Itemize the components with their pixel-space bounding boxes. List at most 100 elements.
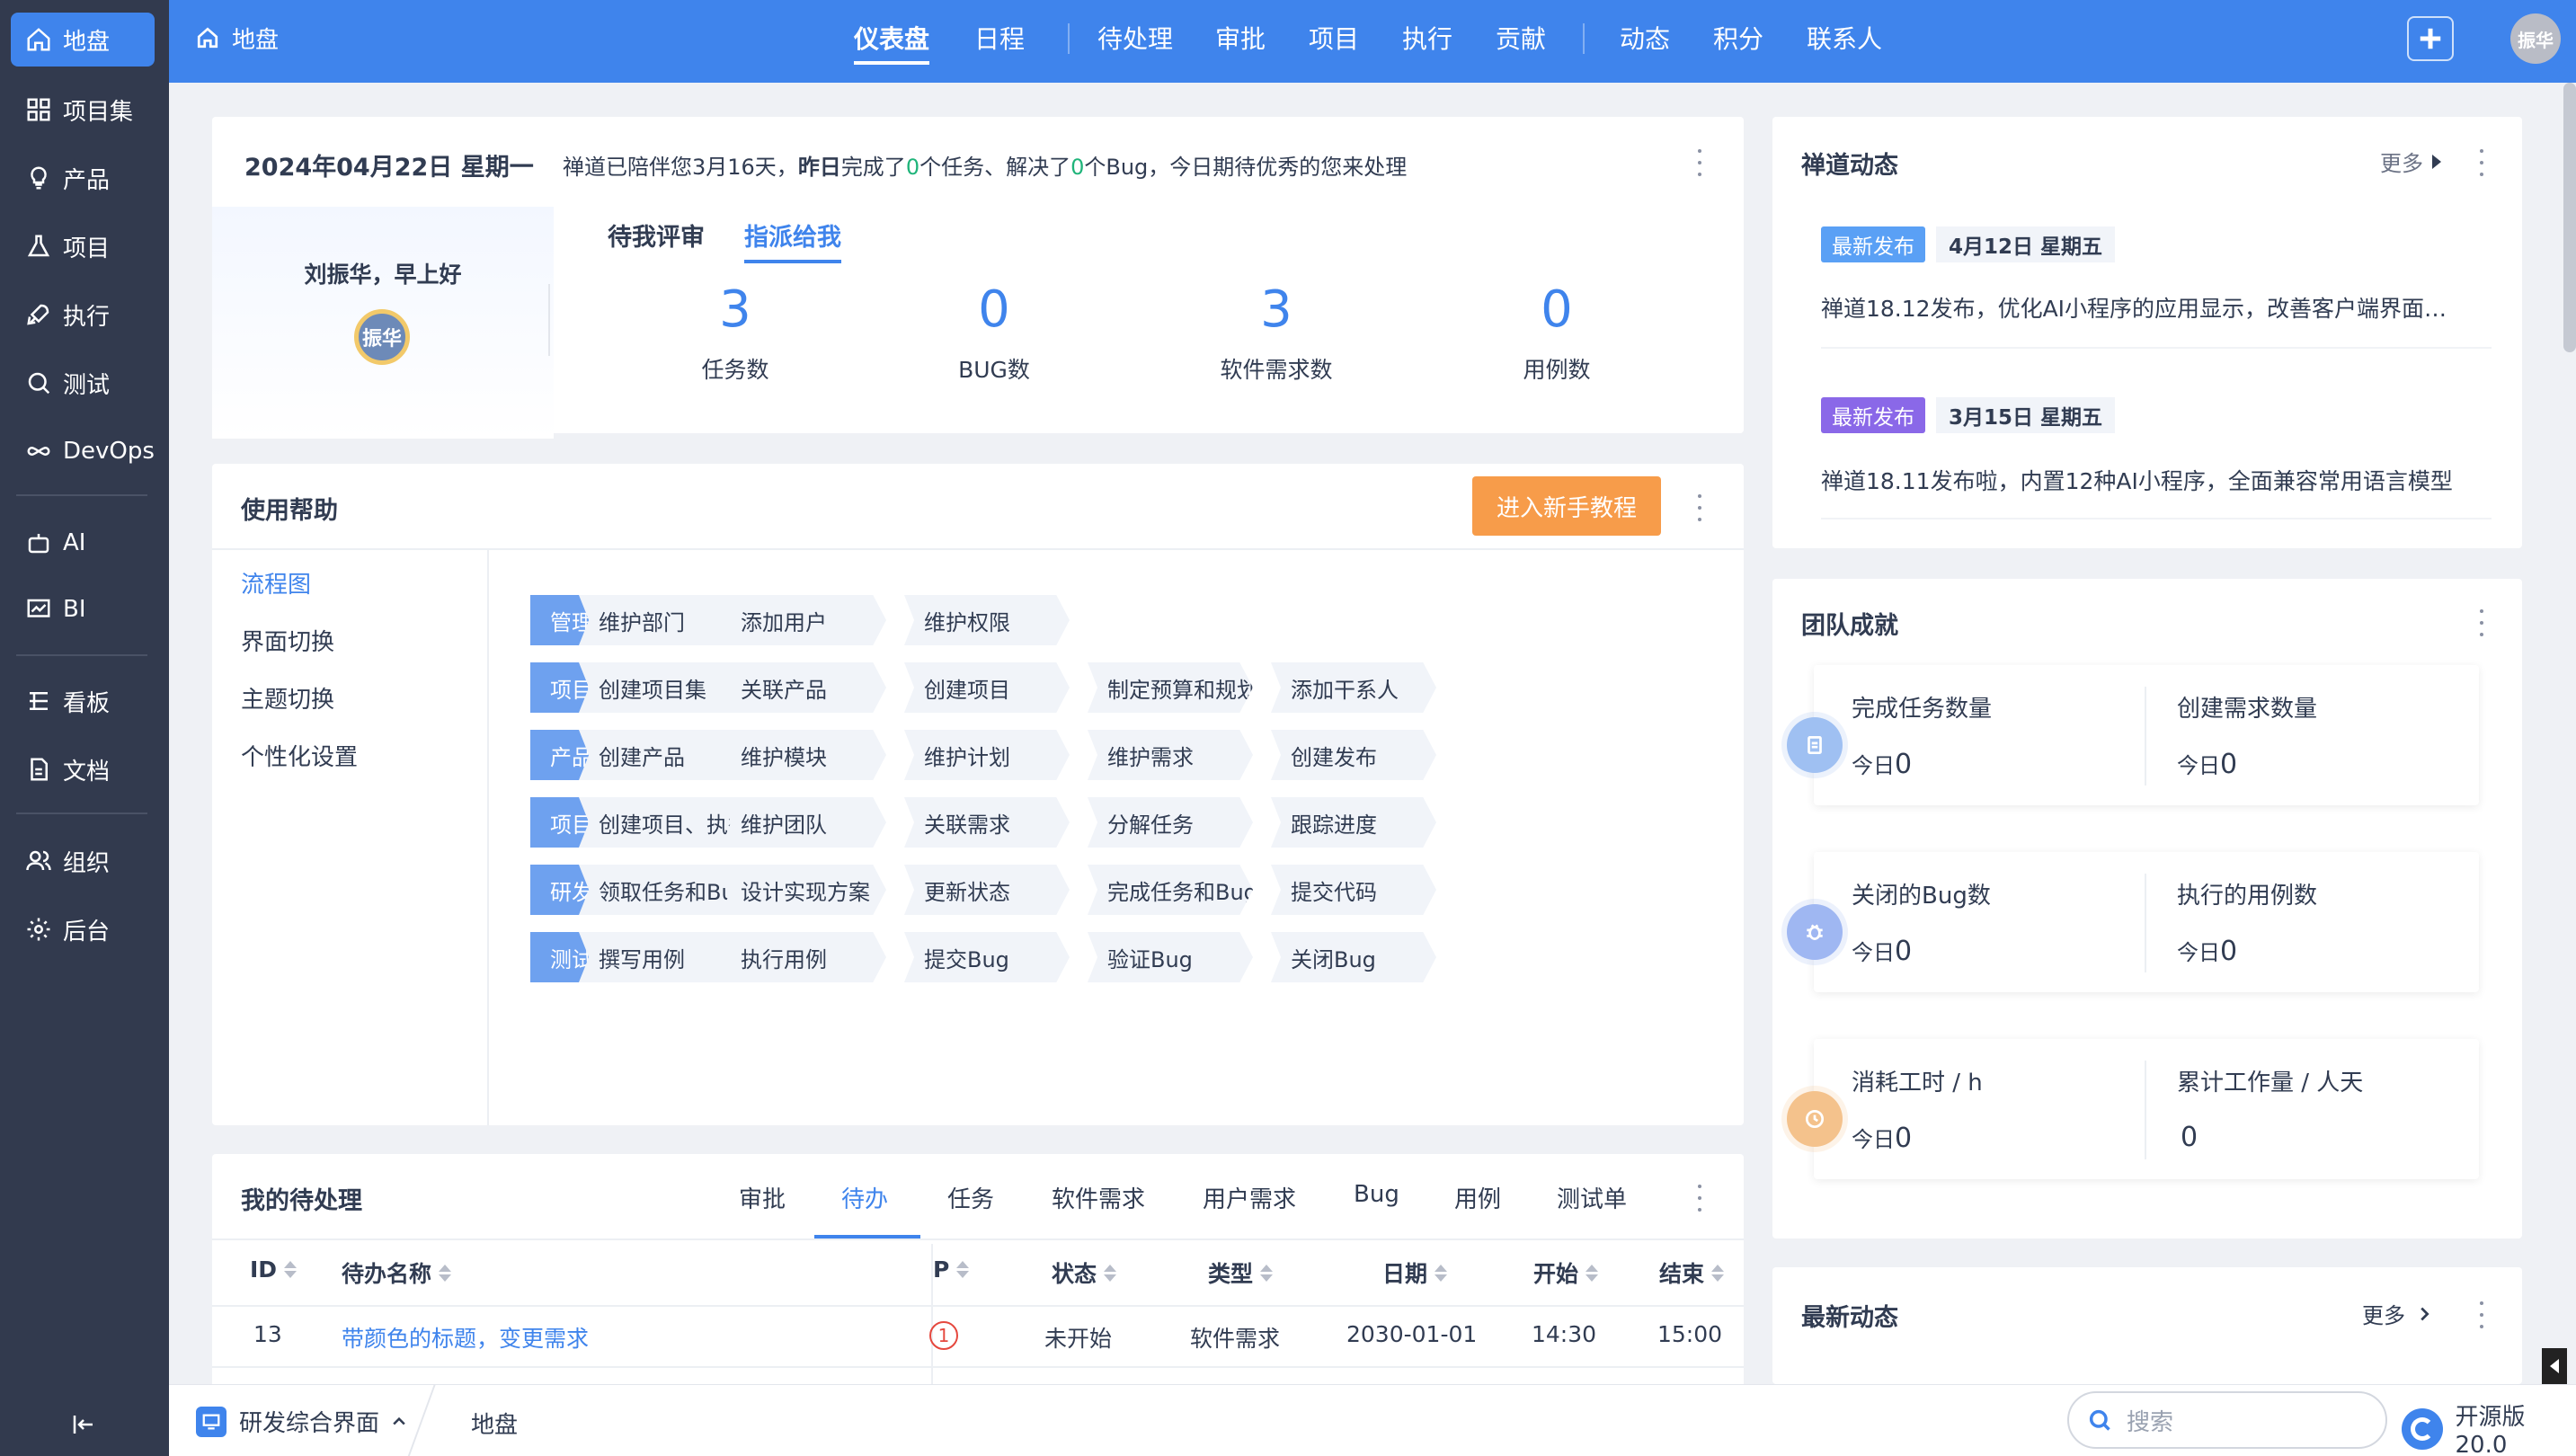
col-start[interactable]: 开始	[1533, 1256, 1599, 1289]
nav-review[interactable]: 审批	[1215, 0, 1266, 75]
today-date: 2024年04月22日 星期一	[244, 154, 534, 182]
achievement-value: 0	[1895, 749, 1913, 780]
help-more-icon[interactable]	[1695, 494, 1704, 521]
col-end[interactable]: 结束	[1659, 1256, 1725, 1289]
achievement-row	[1814, 852, 2479, 992]
latest-title: 最新动态	[1801, 1304, 1898, 1332]
nav-execution[interactable]: 执行	[1402, 0, 1452, 75]
nav-project[interactable]: 项目	[1309, 0, 1359, 75]
sidebar-item-label: 地盘	[63, 28, 111, 56]
todo-tab-review[interactable]: 审批	[739, 1181, 786, 1214]
news-text: 禅道18.12发布，优化AI小程序的应用显示，改善客户端界面…	[1821, 296, 2447, 322]
flow-step: 关闭Bug	[1271, 932, 1436, 982]
sidebar-item-ai[interactable]: AI	[11, 516, 155, 570]
todo-tab-case[interactable]: 用例	[1454, 1181, 1501, 1214]
tutorial-button[interactable]: 进入新手教程	[1472, 476, 1661, 536]
case-count[interactable]: 0	[1449, 280, 1665, 339]
search-input[interactable]: 搜索	[2067, 1391, 2387, 1449]
todo-tab-bug[interactable]: Bug	[1354, 1181, 1399, 1208]
nav-separator	[1583, 23, 1585, 54]
help-menu-switch-theme[interactable]: 主题切换	[241, 681, 334, 715]
flow-step: 创建发布	[1271, 730, 1436, 780]
sidebar: 地盘 项目集 产品 项目 执行 测试 DevOps AI BI 看板 文档 组织…	[0, 0, 169, 1456]
divider	[212, 548, 1744, 550]
sidebar-item-program[interactable]: 项目集	[11, 83, 155, 137]
nav-dashboard[interactable]: 仪表盘	[854, 0, 930, 75]
sidebar-item-dashboard[interactable]: 地盘	[11, 13, 155, 67]
sidebar-item-execution[interactable]: 执行	[11, 288, 155, 342]
nav-todo[interactable]: 待处理	[1097, 0, 1173, 75]
achievement-more-icon[interactable]	[2477, 609, 2486, 636]
welcome-card: 2024年04月22日 星期一 禅道已陪伴您3月16天，昨日完成了0个任务、解决…	[212, 117, 1744, 439]
latest-more-link[interactable]: 更多	[2362, 1298, 2434, 1329]
todo-more-icon[interactable]	[1695, 1185, 1704, 1212]
nav-contribute[interactable]: 贡献	[1496, 0, 1546, 75]
sidebar-item-bi[interactable]: BI	[11, 582, 155, 636]
welcome-more-icon[interactable]	[1695, 149, 1704, 176]
todo-tab-story[interactable]: 软件需求	[1052, 1181, 1145, 1214]
news-more-icon[interactable]	[2477, 149, 2486, 176]
sidebar-divider	[16, 812, 147, 814]
breadcrumb[interactable]: 地盘	[196, 0, 279, 75]
sort-icon	[439, 1264, 452, 1282]
col-priority[interactable]: P	[933, 1256, 970, 1283]
case-count-label: 用例数	[1523, 357, 1591, 383]
sidebar-item-test[interactable]: 测试	[11, 356, 155, 410]
sidebar-item-kanban[interactable]: 看板	[11, 674, 155, 728]
achievement-label: 创建需求数量	[2177, 696, 2318, 723]
col-date[interactable]: 日期	[1382, 1256, 1448, 1289]
todo-tab-requirement[interactable]: 用户需求	[1203, 1181, 1296, 1214]
todo-tab-testtask[interactable]: 测试单	[1557, 1181, 1627, 1214]
achievement-today: 0	[2181, 1122, 2198, 1153]
create-button[interactable]	[2407, 16, 2454, 61]
bottom-breadcrumb[interactable]: 地盘	[471, 1407, 518, 1440]
nav-calendar[interactable]: 日程	[974, 0, 1025, 75]
help-menu-personalize[interactable]: 个性化设置	[241, 739, 358, 772]
flow-step: 维护团队	[721, 797, 886, 848]
divider	[487, 550, 489, 1125]
news-date: 4月12日 星期五	[1936, 226, 2116, 262]
col-name[interactable]: 待办名称	[342, 1256, 452, 1289]
divider	[212, 1238, 1744, 1240]
nav-dynamic[interactable]: 动态	[1620, 0, 1670, 75]
flow-step: 分解任务	[1088, 797, 1253, 848]
flow-step: 创建项目、执行	[579, 797, 746, 848]
sort-icon	[1711, 1264, 1725, 1282]
monitor-icon	[196, 1406, 227, 1437]
latest-more-icon[interactable]	[2477, 1301, 2486, 1328]
collapse-sidebar-icon[interactable]	[70, 1411, 97, 1438]
col-id[interactable]: ID	[250, 1256, 298, 1283]
board-icon	[23, 686, 54, 716]
bug-count[interactable]: 0	[886, 280, 1102, 339]
story-count[interactable]: 3	[1168, 280, 1384, 339]
nav-score[interactable]: 积分	[1713, 0, 1763, 75]
sidebar-item-product[interactable]: 产品	[11, 151, 155, 205]
tab-to-review[interactable]: 待我评审	[608, 218, 705, 253]
help-menu-flowchart[interactable]: 流程图	[241, 566, 311, 599]
cell-name[interactable]: 带颜色的标题，变更需求	[342, 1321, 589, 1354]
sidebar-item-project[interactable]: 项目	[11, 219, 155, 273]
version-info[interactable]: 开源版20.0	[2402, 1398, 2576, 1456]
page-scrollbar[interactable]	[2563, 83, 2576, 352]
user-avatar[interactable]: 振华	[2510, 13, 2561, 64]
help-menu-switch-ui[interactable]: 界面切换	[241, 624, 334, 657]
news-more-link[interactable]: 更多	[2380, 146, 2441, 177]
tab-assigned-to-me[interactable]: 指派给我	[744, 218, 841, 263]
flow-step: 验证Bug	[1088, 932, 1253, 982]
sidebar-item-doc[interactable]: 文档	[11, 742, 155, 796]
sidebar-item-label: DevOps	[63, 438, 155, 465]
col-type[interactable]: 类型	[1208, 1256, 1274, 1289]
sidebar-item-devops[interactable]: DevOps	[11, 424, 155, 478]
task-count[interactable]: 3	[627, 280, 843, 339]
todo-tab-task[interactable]: 任务	[947, 1181, 994, 1214]
col-status[interactable]: 状态	[1052, 1256, 1117, 1289]
drawer-toggle[interactable]	[2542, 1348, 2567, 1384]
nav-contacts[interactable]: 联系人	[1807, 0, 1882, 75]
flow-step: 跟踪进度	[1271, 797, 1436, 848]
app-switcher[interactable]: 研发综合界面	[196, 1405, 408, 1438]
sidebar-item-org[interactable]: 组织	[11, 834, 155, 888]
sidebar-item-admin[interactable]: 后台	[11, 902, 155, 956]
todo-tab-todo[interactable]: 待办	[841, 1181, 888, 1214]
today-label: 今日	[2177, 753, 2220, 778]
sidebar-item-label: 后台	[63, 918, 111, 946]
